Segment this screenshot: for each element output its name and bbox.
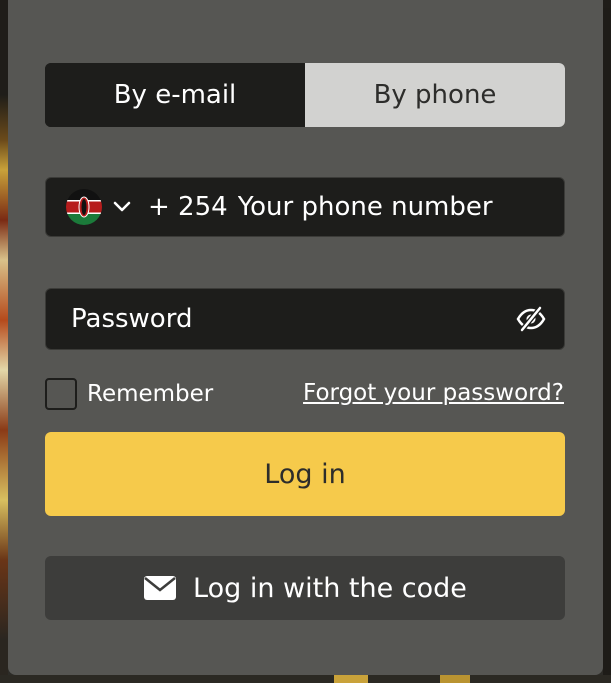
phone-country-code: + 254 bbox=[148, 192, 228, 222]
password-input[interactable] bbox=[71, 304, 516, 334]
eye-slash-icon[interactable] bbox=[516, 304, 546, 334]
background-bottom-strip bbox=[0, 675, 611, 683]
password-field bbox=[45, 288, 565, 350]
background-right-strip bbox=[603, 0, 611, 683]
phone-field: + 254 bbox=[45, 177, 565, 237]
background-thumbnail bbox=[440, 675, 470, 683]
phone-number-input[interactable] bbox=[237, 192, 564, 222]
remember-me: Remember bbox=[45, 378, 213, 410]
remember-checkbox[interactable] bbox=[45, 378, 77, 410]
login-popup: By e-mail By phone + 254 Your phone numb… bbox=[8, 0, 603, 675]
tab-by-email[interactable]: By e-mail bbox=[45, 63, 305, 127]
login-button[interactable]: Log in bbox=[45, 432, 565, 516]
tab-by-phone[interactable]: By phone bbox=[305, 63, 565, 127]
kenya-flag-icon[interactable] bbox=[66, 189, 102, 225]
envelope-icon bbox=[143, 575, 177, 601]
login-method-tabs: By e-mail By phone bbox=[45, 63, 565, 127]
background-left-strip bbox=[0, 0, 8, 683]
chevron-down-icon[interactable] bbox=[112, 197, 132, 217]
forgot-password-link[interactable]: Forgot your password? bbox=[303, 380, 564, 406]
background-thumbnail bbox=[334, 675, 368, 683]
login-with-code-label: Log in with the code bbox=[193, 572, 467, 604]
remember-label[interactable]: Remember bbox=[87, 381, 213, 407]
login-with-code-button[interactable]: Log in with the code bbox=[45, 556, 565, 620]
